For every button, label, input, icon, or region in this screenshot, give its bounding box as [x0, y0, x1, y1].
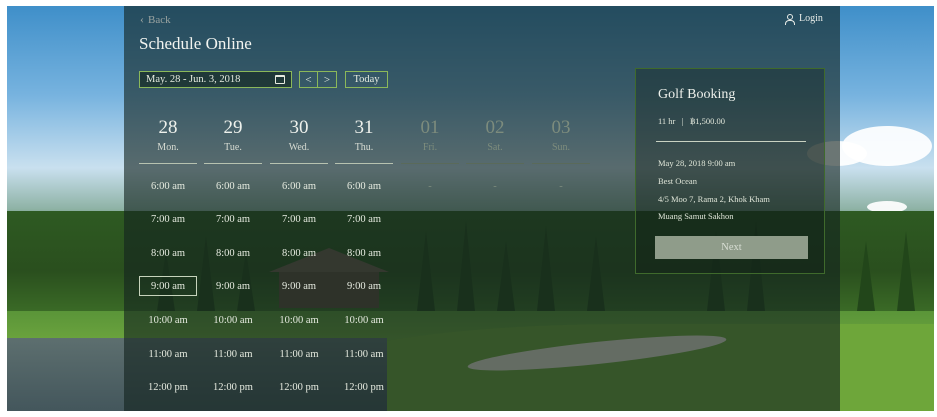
day-number: 28: [158, 117, 178, 138]
time-slot[interactable]: 7:00 am: [204, 209, 262, 229]
time-slot[interactable]: 12:00 pm: [139, 377, 197, 397]
user-icon: [784, 13, 795, 25]
day-underline: [401, 163, 459, 164]
time-slot[interactable]: 10:00 am: [204, 310, 262, 330]
day-number: 30: [289, 117, 309, 138]
day-header-29: 29 Tue.: [204, 117, 262, 164]
day-number: 01: [420, 117, 440, 138]
day-name: Fri.: [422, 142, 438, 153]
day-name: Thu.: [354, 142, 374, 153]
booking-separator: |: [681, 116, 684, 126]
today-button[interactable]: Today: [345, 71, 388, 88]
time-slot[interactable]: 6:00 am: [270, 176, 328, 196]
day-name: Mon.: [157, 142, 179, 153]
booking-price: ฿1,500.00: [689, 116, 726, 126]
time-slot[interactable]: 10:00 am: [270, 310, 328, 330]
day-name: Sat.: [487, 142, 503, 153]
day-number: 29: [223, 117, 243, 138]
time-slot[interactable]: 6:00 am: [204, 176, 262, 196]
day-underline: [204, 163, 262, 164]
day-underline: [466, 163, 524, 164]
booking-meta: 11 hr | ฿1,500.00: [658, 116, 725, 127]
time-slot[interactable]: 7:00 am: [139, 209, 197, 229]
back-link[interactable]: ‹ Back: [140, 12, 171, 27]
day-name: Wed.: [288, 142, 310, 153]
time-slot[interactable]: 10:00 am: [335, 310, 393, 330]
next-week-button[interactable]: >: [318, 72, 336, 87]
prev-week-button[interactable]: <: [300, 72, 318, 87]
time-slot[interactable]: 6:00 am: [139, 176, 197, 196]
time-slot[interactable]: 6:00 am: [335, 176, 393, 196]
day-underline: [335, 163, 393, 164]
booking-title: Golf Booking: [658, 87, 736, 102]
unavailable-slot: -: [493, 180, 497, 192]
back-label: Back: [148, 13, 171, 26]
page-title: Schedule Online: [139, 34, 252, 53]
time-slot[interactable]: 10:00 am: [139, 310, 197, 330]
date-range-value: May. 28 - Jun. 3, 2018: [146, 74, 241, 85]
time-slot[interactable]: 11:00 am: [270, 344, 328, 364]
day-header-31: 31 Thu.: [335, 117, 393, 164]
unavailable-slot: -: [559, 180, 563, 192]
day-name: Tue.: [224, 142, 242, 153]
login-link[interactable]: Login: [784, 13, 823, 25]
time-slot[interactable]: 12:00 pm: [204, 377, 262, 397]
time-slot[interactable]: 12:00 pm: [335, 377, 393, 397]
time-slot[interactable]: 9:00 am: [335, 276, 393, 296]
date-range-picker[interactable]: May. 28 - Jun. 3, 2018: [139, 71, 292, 88]
unavailable-slot: -: [428, 180, 432, 192]
day-underline: [139, 163, 197, 164]
booking-address-line1: 4/5 Moo 7, Rama 2, Khok Kham: [658, 194, 770, 204]
day-header-02: 02 Sat.: [466, 117, 524, 164]
time-slot[interactable]: 11:00 am: [204, 344, 262, 364]
chevron-left-icon: ‹: [140, 12, 144, 26]
day-underline: [270, 163, 328, 164]
week-navigation: < >: [299, 71, 337, 88]
day-number: 03: [551, 117, 571, 138]
booking-summary-panel: Golf Booking 11 hr | ฿1,500.00 May 28, 2…: [635, 68, 825, 274]
time-slot[interactable]: 11:00 am: [139, 344, 197, 364]
booking-venue: Best Ocean: [658, 176, 697, 186]
time-slot[interactable]: 8:00 am: [270, 243, 328, 263]
time-slot[interactable]: 8:00 am: [139, 243, 197, 263]
booking-address-line2: Muang Samut Sakhon: [658, 211, 734, 221]
day-header-30: 30 Wed.: [270, 117, 328, 164]
day-header-03: 03 Sun.: [532, 117, 590, 164]
time-slot[interactable]: 8:00 am: [204, 243, 262, 263]
day-header-28: 28 Mon.: [139, 117, 197, 164]
time-slot[interactable]: 9:00 am: [204, 276, 262, 296]
time-slot[interactable]: 7:00 am: [335, 209, 393, 229]
booking-duration: 11 hr: [658, 116, 676, 126]
day-header-01: 01 Fri.: [401, 117, 459, 164]
time-slot[interactable]: 8:00 am: [335, 243, 393, 263]
time-slot[interactable]: 9:00 am: [270, 276, 328, 296]
day-number: 02: [485, 117, 505, 138]
time-slot[interactable]: 9:00 am: [139, 276, 197, 296]
next-button[interactable]: Next: [655, 236, 808, 259]
day-number: 31: [354, 117, 374, 138]
calendar-icon[interactable]: [275, 75, 285, 84]
time-slot[interactable]: 12:00 pm: [270, 377, 328, 397]
day-name: Sun.: [551, 142, 571, 153]
booking-datetime: May 28, 2018 9:00 am: [658, 158, 736, 168]
booking-divider: [656, 141, 806, 142]
day-underline: [532, 163, 590, 164]
time-slot[interactable]: 11:00 am: [335, 344, 393, 364]
login-label: Login: [799, 13, 823, 24]
time-slot[interactable]: 7:00 am: [270, 209, 328, 229]
